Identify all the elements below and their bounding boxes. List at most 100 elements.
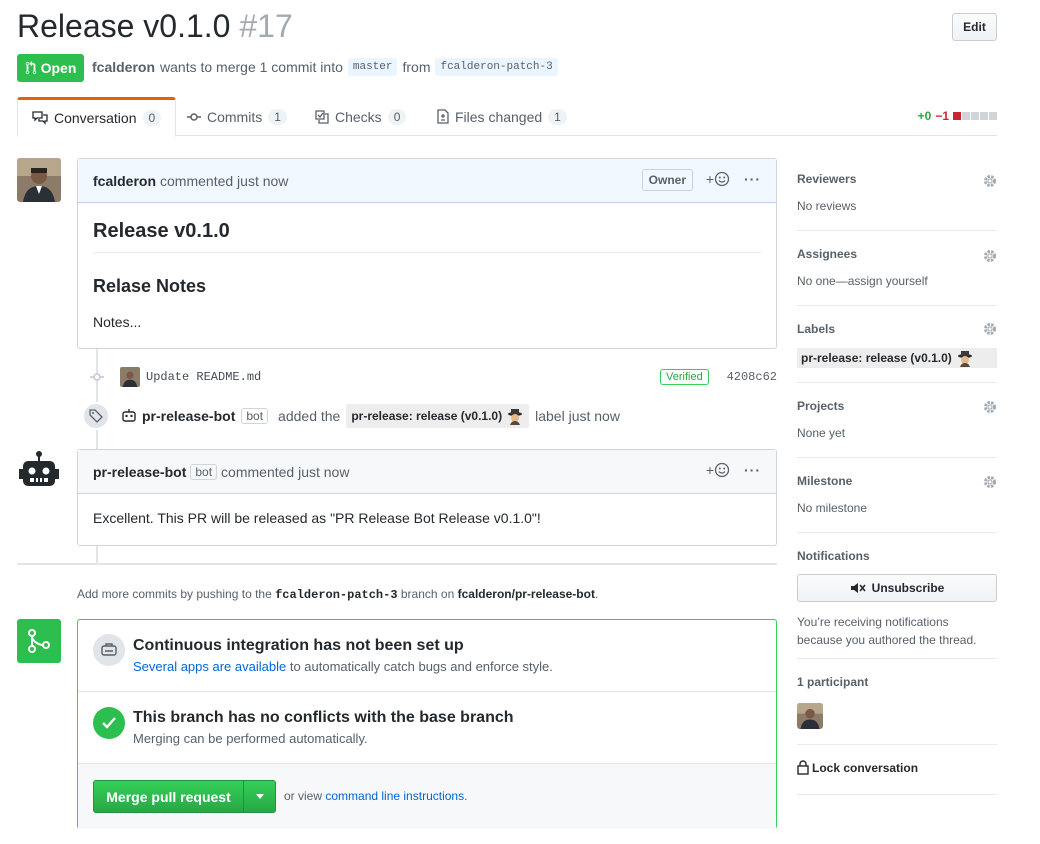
- push-hint: Add more commits by pushing to the fcald…: [77, 587, 598, 602]
- tab-conversation[interactable]: Conversation 0: [17, 97, 177, 137]
- timeline-divider: [17, 563, 777, 565]
- bot-avatar[interactable]: [17, 449, 61, 493]
- sidebar-heading[interactable]: Labels: [797, 322, 835, 336]
- gear-icon[interactable]: [983, 475, 997, 489]
- conflict-subtitle: Merging can be performed automatically.: [133, 731, 368, 746]
- merge-pull-request-button[interactable]: Merge pull request: [94, 781, 244, 812]
- state-label: Open: [40, 60, 77, 76]
- comment-header: fcalderon commented just now Owner + ···: [78, 159, 776, 203]
- sidebar-lock[interactable]: Lock conversation: [797, 745, 997, 795]
- comment-card: fcalderon commented just now Owner + ···…: [77, 158, 777, 349]
- tab-counter: 1: [548, 108, 567, 125]
- event-actor[interactable]: pr-release-bot: [142, 408, 235, 424]
- spy-emoji-icon: [957, 351, 972, 367]
- diffstat-deletions: −1: [935, 109, 949, 123]
- event-post: label just now: [535, 408, 620, 424]
- spy-emoji-icon: [508, 409, 523, 425]
- checklist-icon: [315, 109, 329, 124]
- mute-icon: [850, 583, 866, 593]
- edit-button[interactable]: Edit: [952, 13, 997, 41]
- sidebar-heading[interactable]: Milestone: [797, 474, 852, 488]
- commit-item: Update README.md Verified 4208c62: [90, 366, 777, 388]
- tab-counter: 1: [268, 108, 287, 125]
- git-merge-icon: [17, 619, 61, 663]
- gear-icon[interactable]: [983, 322, 997, 336]
- page-title: Release v0.1.0 #17: [17, 8, 293, 45]
- add-reaction-icon[interactable]: +: [706, 462, 730, 478]
- push-hint-text: branch on: [400, 587, 455, 601]
- git-commit-icon: [187, 112, 201, 121]
- commit-author-avatar[interactable]: [120, 367, 140, 387]
- diffstat[interactable]: +0 −1: [918, 109, 997, 123]
- ci-title: Continuous integration has not been set …: [133, 637, 464, 654]
- tab-files-changed[interactable]: Files changed 1: [437, 97, 567, 136]
- commit-message[interactable]: Update README.md: [146, 370, 261, 384]
- comment-meta[interactable]: commented just now: [160, 173, 288, 189]
- gear-icon[interactable]: [983, 249, 997, 263]
- tab-counter: 0: [387, 108, 407, 125]
- base-branch[interactable]: master: [347, 58, 398, 76]
- bot-badge: bot: [190, 463, 218, 480]
- label-name: pr-release: release (v0.1.0): [801, 351, 952, 365]
- commit-sha[interactable]: 4208c62: [727, 370, 777, 384]
- sidebar-heading[interactable]: Assignees: [797, 247, 857, 261]
- more-options-icon[interactable]: ···: [744, 462, 761, 478]
- notification-reason: because you authored the thread.: [797, 633, 977, 647]
- merge-text: wants to merge 1 commit into: [160, 59, 343, 75]
- comment-subheading: Relase Notes: [93, 276, 207, 296]
- state-badge: Open: [17, 54, 84, 82]
- from-text: from: [402, 59, 431, 75]
- participant-avatar[interactable]: [797, 703, 823, 729]
- sidebar-value: No reviews: [797, 199, 857, 213]
- verified-badge[interactable]: Verified: [660, 369, 709, 385]
- avatar[interactable]: [17, 158, 61, 202]
- unsubscribe-button[interactable]: Unsubscribe: [797, 574, 997, 602]
- tab-label: Conversation: [54, 110, 137, 126]
- event-pre: added the: [278, 408, 341, 424]
- gear-icon[interactable]: [983, 174, 997, 188]
- tab-counter: 0: [142, 110, 162, 126]
- push-hint-repo[interactable]: fcalderon/pr-release-bot: [458, 587, 595, 601]
- sidebar-label-pill[interactable]: pr-release: release (v0.1.0): [797, 348, 997, 368]
- more-options-icon[interactable]: ···: [744, 171, 761, 187]
- author-link[interactable]: fcalderon: [92, 59, 155, 75]
- tab-label: Commits: [207, 108, 263, 125]
- label-pill[interactable]: pr-release: release (v0.1.0): [346, 404, 530, 428]
- sidebar-heading[interactable]: Projects: [797, 399, 844, 413]
- comment-meta[interactable]: commented just now: [221, 464, 349, 480]
- merge-button-group: Merge pull request: [93, 780, 276, 813]
- or-view-end: .: [464, 789, 468, 803]
- command-line-link[interactable]: command line instructions: [325, 789, 464, 803]
- unsubscribe-label: Unsubscribe: [871, 581, 945, 595]
- owner-badge: Owner: [641, 169, 693, 191]
- comment-author[interactable]: fcalderon: [93, 173, 156, 189]
- comment-author[interactable]: pr-release-bot: [93, 464, 186, 480]
- sidebar-assignees: Assignees No one—assign yourself: [797, 231, 997, 306]
- comment-body: Release v0.1.0 Relase Notes Notes...: [78, 203, 776, 345]
- sidebar-value: No milestone: [797, 501, 868, 515]
- pr-meta: fcalderon wants to merge 1 commit into m…: [92, 58, 558, 76]
- comment-body: Excellent. This PR will be released as "…: [78, 494, 776, 541]
- sidebar-heading[interactable]: Reviewers: [797, 172, 856, 186]
- sidebar-value[interactable]: No one—assign yourself: [797, 274, 928, 288]
- sidebar-notifications: Notifications Unsubscribe You’re receivi…: [797, 533, 997, 659]
- comment-discussion-icon: [32, 111, 48, 125]
- pr-title: Release v0.1.0: [17, 8, 231, 44]
- apps-link[interactable]: Several apps are available: [133, 659, 286, 674]
- timeline-line: [96, 349, 98, 449]
- head-branch[interactable]: fcalderon-patch-3: [435, 58, 558, 76]
- lock-conversation[interactable]: Lock conversation: [797, 760, 918, 775]
- label-event: pr-release-bot bot added the pr-release:…: [82, 402, 620, 430]
- add-reaction-icon[interactable]: +: [706, 171, 730, 187]
- sidebar-value: None yet: [797, 426, 846, 440]
- timeline-line: [96, 546, 98, 563]
- tab-label: Checks: [335, 108, 382, 125]
- tab-commits[interactable]: Commits 1: [187, 97, 287, 136]
- gear-icon[interactable]: [983, 400, 997, 414]
- merge-options-dropdown[interactable]: [244, 781, 275, 812]
- ci-status-row: Continuous integration has not been set …: [78, 620, 776, 692]
- diffstat-blocks: [953, 112, 997, 120]
- tab-checks[interactable]: Checks 0: [315, 97, 407, 136]
- sidebar-reviewers: Reviewers No reviews: [797, 158, 997, 231]
- notification-reason: You’re receiving notifications: [797, 615, 949, 629]
